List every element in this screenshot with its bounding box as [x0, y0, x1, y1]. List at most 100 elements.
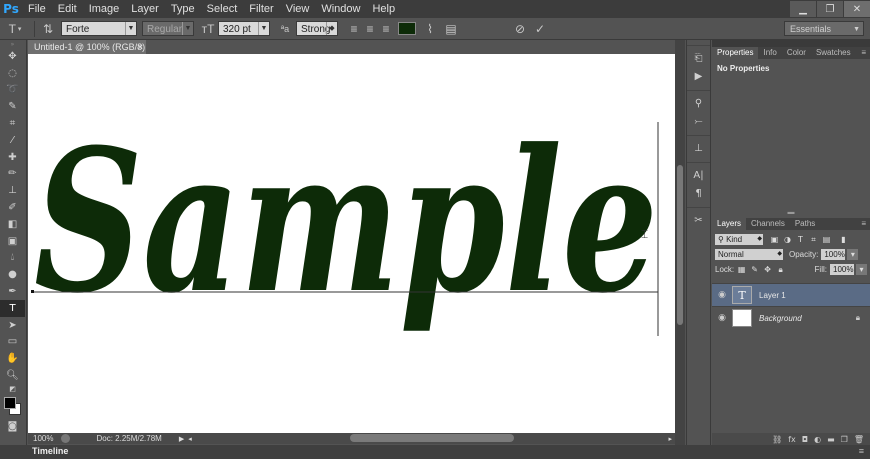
gradient-tool-icon[interactable]: ▣ [0, 233, 25, 250]
align-right-icon[interactable]: ≡ [378, 20, 394, 38]
status-menu-arrow-icon[interactable]: ▶ [179, 435, 184, 443]
vertical-scroll-thumb[interactable] [677, 165, 683, 325]
filter-pixel-icon[interactable]: ▣ [769, 234, 780, 245]
fill-dropdown-icon[interactable]: ▾ [856, 264, 867, 275]
healing-brush-tool-icon[interactable]: ✚ [0, 149, 25, 166]
brush-panel-icon[interactable]: ⤚ [687, 112, 710, 130]
scroll-right-icon[interactable]: ▸ [668, 435, 672, 443]
layer-row-layer-1[interactable]: ◉ T Layer 1 [712, 283, 870, 306]
horizontal-scroll-thumb[interactable] [350, 434, 514, 442]
character-panel-icon[interactable]: A| [687, 166, 710, 184]
menu-filter[interactable]: Filter [243, 0, 279, 18]
sample-text[interactable]: Sample [34, 107, 658, 337]
opacity-dropdown-icon[interactable]: ▾ [847, 249, 859, 260]
history-panel-icon[interactable]: ⎗ [687, 49, 710, 67]
timeline-menu-icon[interactable]: ≡ [859, 446, 864, 456]
panel-menu-icon[interactable]: ≡ [861, 47, 866, 59]
default-colors-icon[interactable]: ◩ [0, 384, 25, 394]
antialias-select[interactable]: Strong ◆ [296, 21, 338, 36]
hand-tool-icon[interactable]: ✋ [0, 350, 25, 367]
tab-color[interactable]: Color [782, 47, 811, 59]
tab-layers[interactable]: Layers [712, 218, 747, 230]
vertical-scrollbar[interactable] [675, 40, 685, 445]
actions-panel-icon[interactable]: ▶ [687, 67, 710, 85]
layer-style-icon[interactable]: fx [788, 435, 796, 444]
font-style-select[interactable]: Regular ▼ [142, 21, 194, 36]
font-size-select[interactable]: 320 pt ▼ [218, 21, 270, 36]
lock-transparent-icon[interactable]: ▦ [736, 264, 747, 275]
character-panel-icon[interactable]: ▤ [440, 20, 462, 38]
timeline-panel[interactable]: Timeline ≡ [0, 445, 870, 459]
clone-source-panel-icon[interactable]: ⊥ [687, 139, 710, 157]
lock-position-icon[interactable]: ✥ [762, 264, 773, 275]
menu-view[interactable]: View [280, 0, 316, 18]
brush-tool-icon[interactable]: ✏ [0, 166, 25, 183]
filter-toggle-icon[interactable]: ▮ [838, 234, 849, 245]
link-layers-icon[interactable]: ⛓ [772, 435, 782, 444]
marquee-tool-icon[interactable]: ◌ [0, 65, 25, 82]
panel-menu-icon[interactable]: ≡ [861, 218, 866, 230]
minimize-button[interactable]: ▁ [790, 1, 816, 17]
restore-button[interactable]: ❐ [817, 1, 843, 17]
layer-filter-select[interactable]: ⚲ Kind ◆ [715, 234, 763, 245]
menu-help[interactable]: Help [366, 0, 401, 18]
filter-type-icon[interactable]: T [795, 234, 806, 245]
collapse-icon[interactable]: » [0, 40, 25, 48]
opacity-input[interactable]: 100% [821, 249, 846, 260]
pen-tool-icon[interactable]: ✒ [0, 283, 25, 300]
text-color-button[interactable] [394, 22, 420, 35]
delete-layer-icon[interactable]: 🗑︎ [854, 435, 864, 444]
lock-image-icon[interactable]: ✎ [749, 264, 760, 275]
cancel-icon[interactable]: ⊘ [510, 20, 530, 38]
document-tab[interactable]: Untitled-1 @ 100% (RGB/8) × [28, 40, 146, 54]
dodge-tool-icon[interactable]: ● [0, 266, 25, 283]
blend-mode-select[interactable]: Normal ◆ [715, 249, 783, 260]
lasso-tool-icon[interactable]: ➰ [0, 82, 25, 99]
tab-swatches[interactable]: Swatches [811, 47, 856, 59]
foreground-color-swatch[interactable] [4, 396, 16, 409]
toggle-text-orientation-icon[interactable]: ⇅ [39, 20, 57, 38]
crop-tool-icon[interactable]: ⌗ [0, 115, 25, 132]
menu-edit[interactable]: Edit [52, 0, 83, 18]
eraser-tool-icon[interactable]: ◧ [0, 216, 25, 233]
menu-layer[interactable]: Layer [125, 0, 165, 18]
layer-name[interactable]: Layer 1 [759, 291, 786, 300]
scroll-left-icon[interactable]: ◂ [188, 435, 192, 443]
zoom-tool-icon[interactable]: 🔍︎ [0, 367, 25, 384]
tab-info[interactable]: Info [758, 47, 781, 59]
filter-adjustment-icon[interactable]: ◑ [782, 234, 793, 245]
tab-paths[interactable]: Paths [790, 218, 820, 230]
quick-mask-icon[interactable]: ◙ [0, 418, 25, 435]
eyedropper-tool-icon[interactable]: ⁄ [0, 132, 25, 149]
visibility-eye-icon[interactable]: ◉ [712, 290, 732, 300]
font-family-select[interactable]: Forte ▼ [61, 21, 137, 36]
lock-all-icon[interactable]: 🔒︎ [775, 264, 786, 275]
path-selection-tool-icon[interactable]: ➤ [0, 317, 25, 334]
fill-input[interactable]: 100% [830, 264, 854, 275]
adjustment-layer-icon[interactable]: ◐ [814, 435, 821, 444]
align-left-icon[interactable]: ≡ [346, 20, 362, 38]
workspace-select[interactable]: Essentials ▼ [784, 21, 864, 36]
commit-check-icon[interactable]: ✓ [530, 20, 550, 38]
filter-smart-object-icon[interactable]: ▤ [821, 234, 832, 245]
blur-tool-icon[interactable]: 💧︎ [0, 250, 25, 267]
menu-type[interactable]: Type [165, 0, 201, 18]
new-group-icon[interactable]: ▬ [827, 435, 835, 444]
history-brush-tool-icon[interactable]: ✐ [0, 199, 25, 216]
menu-window[interactable]: Window [315, 0, 366, 18]
status-info-icon[interactable] [61, 434, 71, 443]
type-tool-preset-icon[interactable]: T ▾ [0, 20, 30, 38]
visibility-eye-icon[interactable]: ◉ [712, 313, 732, 323]
close-tab-icon[interactable]: × [138, 40, 143, 54]
menu-select[interactable]: Select [201, 0, 244, 18]
panel-dock-header[interactable] [712, 40, 870, 47]
close-button[interactable]: ✕ [844, 1, 870, 17]
quick-selection-tool-icon[interactable]: ✎ [0, 98, 25, 115]
move-tool-icon[interactable]: ✥ [0, 48, 25, 65]
layer-name[interactable]: Background [759, 314, 802, 323]
add-mask-icon[interactable]: ◘ [802, 435, 808, 444]
tab-channels[interactable]: Channels [746, 218, 790, 230]
zoom-level[interactable]: 100% [33, 434, 53, 443]
menu-file[interactable]: File [22, 0, 52, 18]
menu-image[interactable]: Image [83, 0, 126, 18]
